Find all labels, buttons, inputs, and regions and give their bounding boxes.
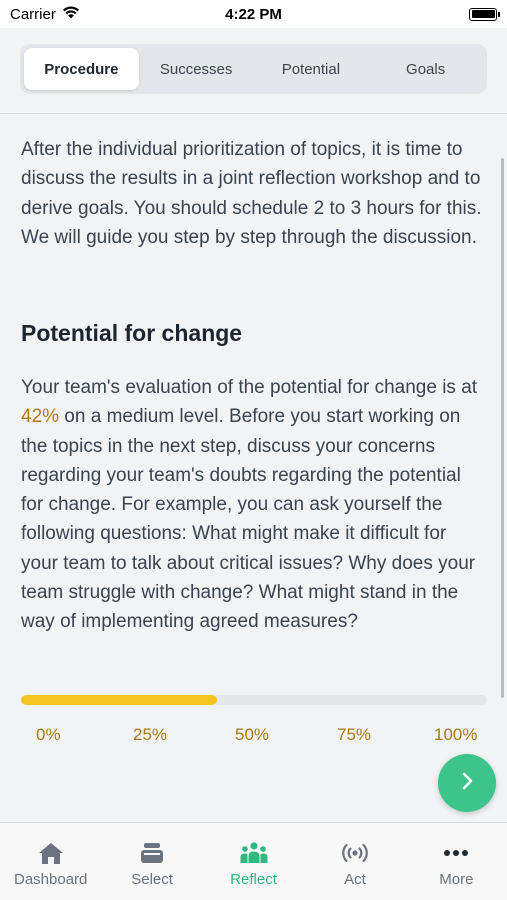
content-scroll[interactable]: After the individual prioritization of t… (0, 115, 507, 822)
potential-progress-bar (21, 695, 487, 705)
tab-select[interactable]: Select (101, 823, 202, 900)
tab-more[interactable]: More (406, 823, 507, 900)
segment-header: Procedure Successes Potential Goals (0, 28, 507, 114)
more-icon (442, 839, 470, 867)
tab-goals[interactable]: Goals (368, 48, 483, 90)
progress-scale: 0% 25% 50% 75% 100% (21, 725, 487, 747)
potential-text-after: on a medium level. Before you start work… (21, 406, 476, 633)
tab-dashboard-label: Dashboard (14, 871, 88, 888)
status-left: Carrier (10, 6, 80, 23)
intro-paragraph: After the individual prioritization of t… (21, 139, 482, 248)
next-button[interactable] (438, 754, 496, 812)
potential-paragraph: Your team's evaluation of the potential … (21, 373, 487, 637)
tick-50: 50% (235, 725, 270, 744)
potential-percent: 42% (21, 406, 60, 428)
tab-potential[interactable]: Potential (254, 48, 369, 90)
tab-more-label: More (439, 871, 474, 888)
bottom-tab-bar: Dashboard Select Reflect Act More (0, 822, 507, 900)
tick-25: 25% (133, 725, 168, 744)
tab-reflect[interactable]: Reflect (203, 823, 304, 900)
tab-successes[interactable]: Successes (139, 48, 254, 90)
segmented-control: Procedure Successes Potential Goals (20, 44, 487, 94)
scrollbar[interactable] (501, 158, 504, 698)
team-icon (239, 839, 269, 867)
stack-icon (139, 839, 165, 867)
tab-reflect-label: Reflect (230, 871, 277, 888)
tick-100: 100% (434, 725, 478, 744)
tab-act[interactable]: Act (304, 823, 405, 900)
carrier-label: Carrier (10, 5, 56, 23)
tick-75: 75% (337, 725, 372, 744)
status-bar: Carrier 4:22 PM (0, 0, 507, 28)
tab-act-label: Act (344, 871, 366, 888)
tick-0: 0% (36, 725, 61, 744)
home-icon (38, 839, 64, 867)
tab-dashboard[interactable]: Dashboard (0, 823, 101, 900)
tab-procedure[interactable]: Procedure (24, 48, 139, 90)
section-title: Potential for change (21, 320, 243, 346)
broadcast-icon (340, 839, 370, 867)
battery-icon (469, 7, 500, 21)
progress-fill (21, 695, 217, 705)
chevron-right-icon (456, 770, 478, 797)
wifi-icon (62, 5, 80, 23)
tab-select-label: Select (131, 871, 173, 888)
potential-text-before: Your team's evaluation of the potential … (21, 377, 478, 398)
